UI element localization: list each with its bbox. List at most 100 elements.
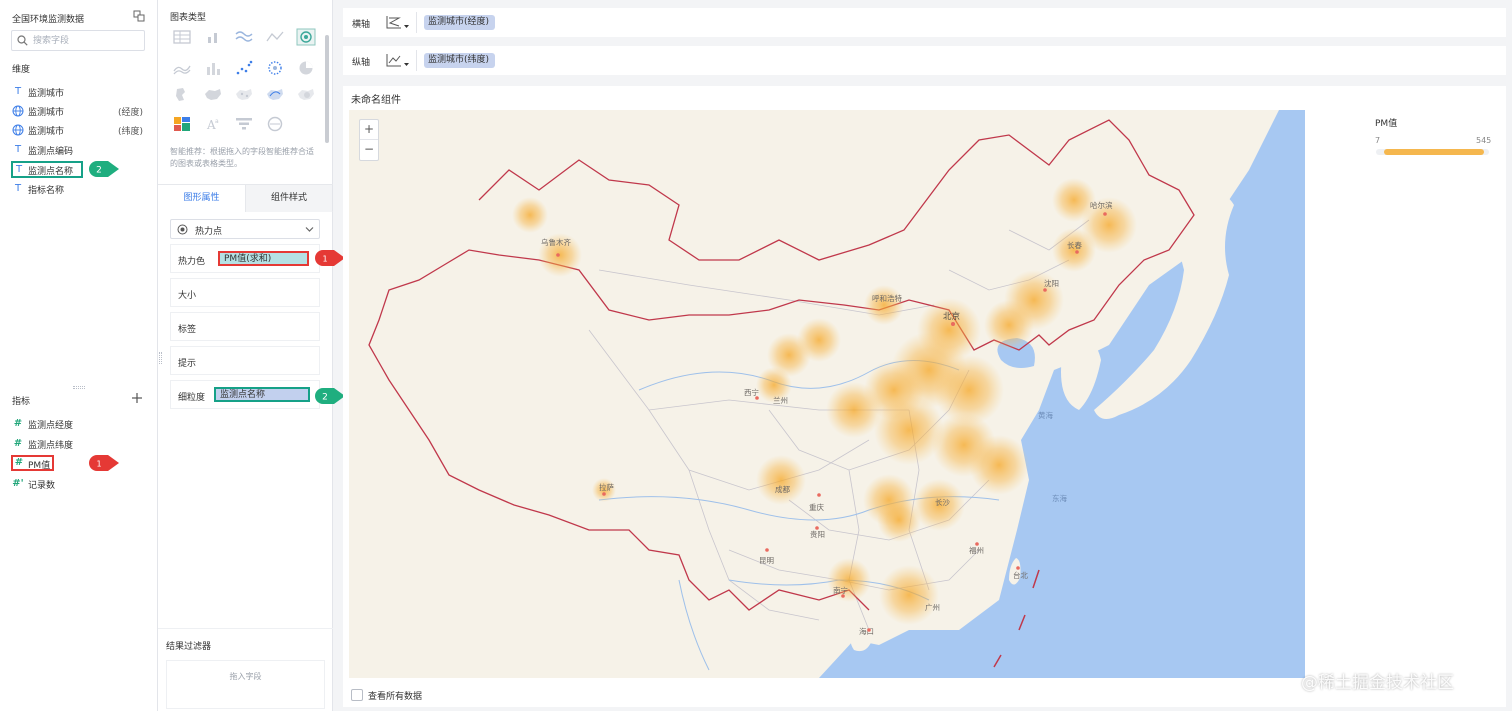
- map-label-xining: 西宁: [744, 387, 759, 397]
- measure-field-latitude[interactable]: # 监测点纬度: [11, 435, 146, 453]
- field-sublabel: (经度): [117, 108, 143, 118]
- map-canvas: 乌鲁木齐 哈尔滨 长春 沈阳 呼和浩特 北京 西宁 兰州 黄海 东海 拉萨 成都…: [349, 110, 1305, 678]
- region-map-icon[interactable]: [172, 86, 192, 104]
- heat-color-field-pill[interactable]: PM值(求和): [218, 251, 309, 266]
- map-zoom-control: + −: [359, 119, 379, 161]
- china-map-icon[interactable]: [203, 86, 223, 104]
- heat-point: [984, 300, 1034, 350]
- size-label: 大小: [178, 291, 197, 301]
- line-point-chart-icon[interactable]: [265, 28, 285, 46]
- add-measure-button[interactable]: [131, 392, 143, 404]
- tag-drop-zone[interactable]: 标签: [170, 312, 320, 341]
- area-chart-icon[interactable]: [172, 59, 192, 77]
- wave-chart-icon[interactable]: [234, 28, 254, 46]
- map-label-haikou: 海口: [859, 626, 874, 636]
- smart-recommend-tip: 智能推荐：根据拖入的字段智能推荐合适的图表或表格类型。: [170, 147, 314, 168]
- heat-map-icon[interactable]: [296, 86, 316, 104]
- watermark: @稀土掘金技术社区: [1301, 673, 1454, 693]
- axis-type-icon[interactable]: [385, 52, 411, 68]
- map-label-nanning: 南宁: [833, 585, 848, 595]
- table-chart-icon[interactable]: [172, 28, 192, 46]
- heat-point: [512, 197, 548, 233]
- measure-field-pm[interactable]: # PM值: [11, 455, 54, 471]
- map-label-fuzhou: 福州: [969, 546, 984, 555]
- dimension-field-station-code[interactable]: T 监测点编码: [11, 141, 146, 159]
- x-axis-field-pill[interactable]: 监测城市(经度): [424, 15, 496, 30]
- chart-type-scrollbar[interactable]: [325, 35, 329, 143]
- size-drop-zone[interactable]: 大小: [170, 278, 320, 307]
- chart-style-select[interactable]: 热力点: [170, 219, 320, 239]
- switch-dataset-icon[interactable]: [133, 10, 145, 22]
- globe-icon: [12, 105, 24, 117]
- dimension-field-indicator-name[interactable]: T 指标名称: [11, 180, 146, 198]
- pie-chart-icon[interactable]: [296, 59, 316, 77]
- granularity-label: 细粒度: [178, 393, 206, 403]
- callout-1-red: 1: [315, 250, 345, 266]
- map-label-lanzhou: 兰州: [773, 395, 788, 405]
- tab-component-style[interactable]: 组件样式: [245, 185, 332, 212]
- heat-color-drop-zone[interactable]: 热力色 PM值(求和): [170, 244, 320, 273]
- granularity-field-pill[interactable]: 监测点名称: [214, 387, 310, 402]
- dimension-field-city-latitude[interactable]: 监测城市 (纬度): [11, 121, 146, 139]
- zoom-in-button[interactable]: +: [360, 120, 378, 140]
- bar-chart-icon[interactable]: [203, 28, 223, 46]
- field-label: 监测点经度: [28, 421, 74, 431]
- scatter-chart-icon[interactable]: [234, 59, 254, 77]
- flow-map-icon[interactable]: [265, 86, 285, 104]
- dimension-field-station-name[interactable]: T 监测点名称: [11, 161, 83, 178]
- gauge-chart-icon[interactable]: [265, 115, 285, 133]
- legend-max-value: 545: [1476, 136, 1492, 145]
- treemap-chart-icon[interactable]: [172, 115, 192, 133]
- callout-2-green: 2: [315, 388, 345, 404]
- heat-point-icon: [177, 224, 188, 235]
- tooltip-drop-zone[interactable]: 提示: [170, 346, 320, 375]
- chart-style-value: 热力点: [195, 227, 223, 237]
- result-filter-drop-zone[interactable]: 拖入字段: [166, 660, 325, 709]
- measure-field-longitude[interactable]: # 监测点经度: [11, 415, 146, 433]
- funnel-chart-icon[interactable]: [234, 115, 254, 133]
- panel-resize-handle[interactable]: [73, 386, 85, 389]
- map-chart-icon-selected[interactable]: [296, 28, 316, 46]
- text-type-icon: T: [14, 144, 22, 155]
- map-label-urumqi: 乌鲁木齐: [541, 237, 571, 247]
- map-label-changsha: 长沙: [935, 497, 950, 507]
- dimension-field-city-longitude[interactable]: 监测城市 (经度): [11, 102, 146, 120]
- chevron-down-icon: [305, 227, 314, 232]
- tab-graphic-properties[interactable]: 图形属性: [158, 185, 245, 212]
- map-label-kunming: 昆明: [759, 556, 774, 565]
- point-map-icon[interactable]: [234, 86, 254, 104]
- map-label-chengdu: 成都: [775, 484, 790, 494]
- heat-point: [827, 558, 871, 602]
- globe-icon: [12, 124, 24, 136]
- y-axis-field-pill[interactable]: 监测城市(纬度): [424, 53, 496, 68]
- field-panel: 全国环境监测数据 维度 T 监测城市 监测城市 (经度) 监测城市 (纬度) T…: [0, 0, 158, 711]
- granularity-drop-zone[interactable]: 细粒度 监测点名称: [170, 380, 320, 409]
- dimensions-title: 维度: [12, 65, 31, 75]
- callout-number: 2: [96, 166, 102, 176]
- search-input[interactable]: [33, 33, 138, 48]
- x-axis-row[interactable]: 横轴 监测城市(经度): [343, 8, 1506, 37]
- measure-field-record-count[interactable]: #' 记录数: [11, 475, 146, 493]
- dot-map-chart-icon[interactable]: [265, 59, 285, 77]
- y-axis-label: 纵轴: [352, 58, 371, 68]
- view-all-checkbox[interactable]: [351, 689, 363, 701]
- column-chart-icon[interactable]: [203, 59, 223, 77]
- axis-separator: [416, 50, 417, 71]
- tag-label: 标签: [178, 325, 197, 335]
- chart-type-grid: Aa: [172, 28, 322, 140]
- callout-number: 2: [322, 393, 328, 403]
- y-axis-row[interactable]: 纵轴 监测城市(纬度): [343, 46, 1506, 75]
- panel-collapse-handle[interactable]: [159, 352, 162, 364]
- view-all-label: 查看所有数据: [368, 692, 423, 702]
- component-title[interactable]: 未命名组件: [351, 91, 401, 106]
- legend-title: PM值: [1375, 119, 1398, 129]
- text-type-icon: T: [15, 164, 23, 175]
- zoom-out-button[interactable]: −: [360, 140, 378, 160]
- filter-placeholder: 拖入字段: [229, 672, 262, 681]
- legend-color-bar[interactable]: [1376, 149, 1489, 155]
- axis-type-icon[interactable]: [385, 14, 411, 30]
- word-cloud-icon[interactable]: Aa: [203, 115, 223, 133]
- heat-map[interactable]: 乌鲁木齐 哈尔滨 长春 沈阳 呼和浩特 北京 西宁 兰州 黄海 东海 拉萨 成都…: [349, 110, 1305, 678]
- dimension-field-city[interactable]: T 监测城市: [11, 83, 146, 101]
- field-label: 监测点名称: [28, 167, 74, 177]
